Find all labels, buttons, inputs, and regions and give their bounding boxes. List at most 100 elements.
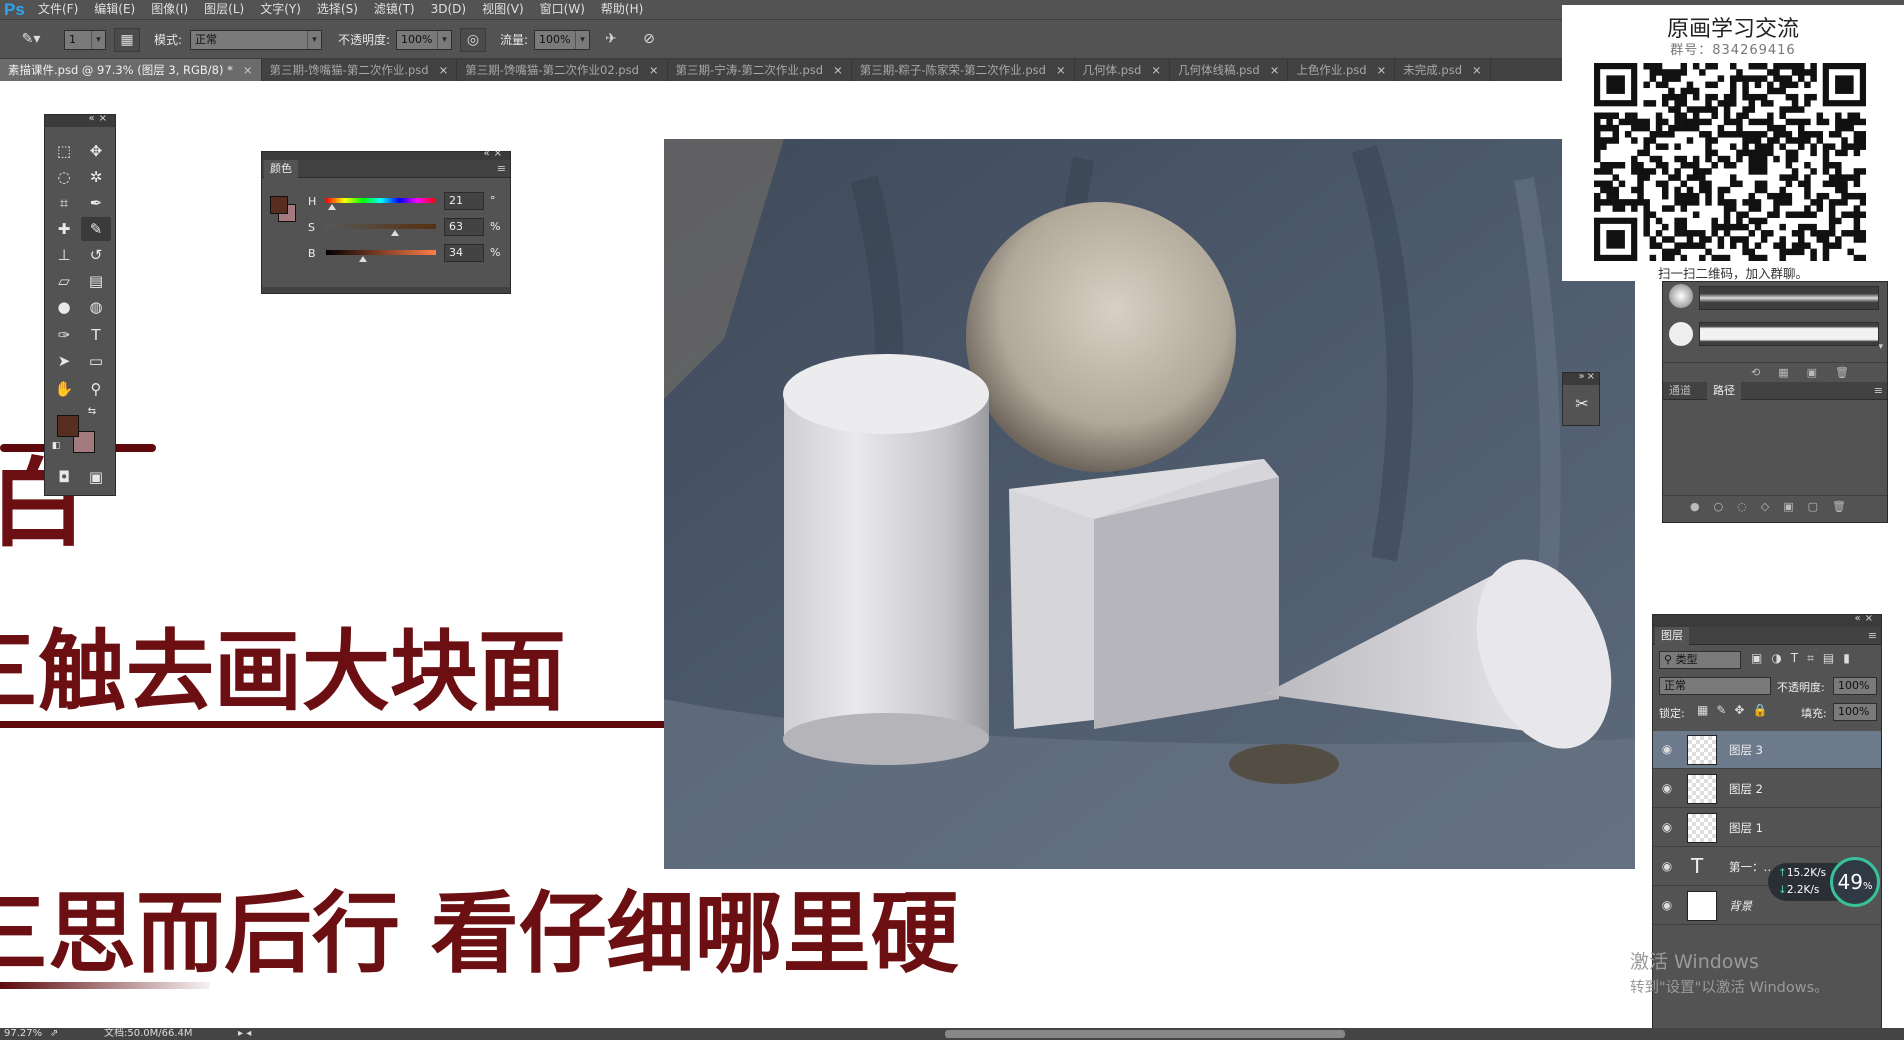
tab-document[interactable]: 几何体线稿.psd × — [1170, 59, 1289, 81]
blur-tool-icon[interactable]: ● — [49, 295, 79, 319]
tab-channels[interactable]: 通道 — [1669, 382, 1691, 400]
network-speed-widget[interactable]: ↑15.2K/s ↓2.2K/s 49% — [1768, 857, 1880, 907]
collapse-close-icon[interactable]: «× — [89, 113, 112, 124]
healing-brush-icon[interactable]: ✚ — [49, 217, 79, 241]
quick-mask-icon[interactable]: ◘ — [49, 465, 79, 489]
tab-document[interactable]: 上色作业.psd × — [1288, 59, 1396, 81]
collapse-close-icon[interactable]: «× — [1855, 613, 1878, 624]
layers-panel-header[interactable]: «× — [1653, 613, 1881, 627]
tab-document[interactable]: 第三期-宁涛-第二次作业.psd × — [668, 59, 852, 81]
s-value-field[interactable]: 63 — [444, 218, 484, 236]
close-icon[interactable]: × — [1472, 59, 1482, 81]
layer-filter-select[interactable]: ⚲ 类型 — [1659, 651, 1741, 669]
panel-menu-icon[interactable]: ≡ — [497, 162, 506, 175]
dodge-tool-icon[interactable]: ◍ — [81, 295, 111, 319]
menu-view[interactable]: 视图(V) — [474, 0, 532, 19]
marquee-tool-icon[interactable]: ⬚ — [49, 139, 79, 163]
opacity-field[interactable]: 100% ▾ — [396, 30, 452, 50]
screen-mode-icon[interactable]: ▣ — [81, 465, 111, 489]
h-value-field[interactable]: 21 — [444, 192, 484, 210]
pen-tool-icon[interactable]: ✑ — [49, 323, 79, 347]
layer-filter-icons[interactable]: ▣◑T⌗▤▮ — [1751, 651, 1859, 666]
collapse-close-icon[interactable]: »× — [1579, 371, 1598, 382]
layer-row-selected[interactable]: ◉ 图层 3 — [1653, 731, 1881, 769]
move-tool-icon[interactable]: ✥ — [81, 139, 111, 163]
chevron-down-icon[interactable]: ▾ — [1878, 342, 1883, 352]
fg-color-chip[interactable] — [270, 196, 288, 214]
eyedropper-icon[interactable]: ✒ — [81, 191, 111, 215]
path-select-icon[interactable]: ➤ — [49, 349, 79, 373]
mini-panel-header[interactable]: »× — [1563, 371, 1599, 385]
menu-image[interactable]: 图像(I) — [143, 0, 196, 19]
menu-type[interactable]: 文字(Y) — [252, 0, 309, 19]
tab-document-active[interactable]: 素描课件.psd @ 97.3% (图层 3, RGB/8) * × — [0, 59, 262, 81]
shape-tool-icon[interactable]: ▭ — [81, 349, 111, 373]
tab-paths[interactable]: 路径 — [1707, 382, 1741, 400]
paths-panel-footer-icons[interactable]: ●○◌◇▣▢🗑 — [1663, 495, 1887, 517]
close-icon[interactable]: × — [1377, 59, 1387, 81]
b-value-field[interactable]: 34 — [444, 244, 484, 262]
eye-icon[interactable]: ◉ — [1659, 741, 1675, 757]
eye-icon[interactable]: ◉ — [1659, 858, 1675, 874]
brush-tool-preset-icon[interactable]: ✎▾ — [18, 28, 44, 52]
eye-icon[interactable]: ◉ — [1659, 780, 1675, 796]
tab-document[interactable]: 第三期-馋嘴猫-第二次作业02.psd × — [457, 59, 668, 81]
tab-document[interactable]: 未完成.psd × — [1395, 59, 1491, 81]
close-icon[interactable]: × — [1056, 59, 1066, 81]
brush-tip-soft[interactable] — [1669, 284, 1693, 308]
saturation-slider-thumb[interactable] — [391, 230, 400, 236]
crop-tool-icon[interactable]: ⌗ — [49, 191, 79, 215]
brush-size-picker[interactable]: 1 ▾ — [64, 30, 106, 50]
panel-menu-icon[interactable]: ≡ — [1868, 629, 1877, 642]
horizontal-scrollbar[interactable] — [945, 1030, 1345, 1038]
tab-document[interactable]: 第三期-粽子-陈家荣-第二次作业.psd × — [852, 59, 1075, 81]
hue-slider-track[interactable] — [326, 198, 436, 203]
tab-layers[interactable]: 图层 — [1655, 627, 1689, 645]
type-tool-icon[interactable]: T — [81, 323, 111, 347]
mode-select[interactable]: 正常 ▾ — [190, 30, 322, 50]
layer-row[interactable]: ◉ 图层 2 — [1653, 770, 1881, 808]
swap-colors-icon[interactable]: ⇆ — [83, 405, 101, 419]
brightness-slider-track[interactable] — [326, 250, 436, 255]
close-icon[interactable]: × — [1151, 59, 1161, 81]
flow-field[interactable]: 100% ▾ — [534, 30, 590, 50]
close-icon[interactable]: × — [243, 59, 253, 81]
menu-filter[interactable]: 滤镜(T) — [366, 0, 423, 19]
brush-panel-footer-icons[interactable]: ⟲▦▣🗑 — [1663, 362, 1887, 382]
menu-select[interactable]: 选择(S) — [309, 0, 366, 19]
pressure-size-icon[interactable]: ⊘ — [636, 28, 662, 52]
collapse-close-icon[interactable]: «× — [484, 148, 507, 159]
magic-wand-icon[interactable]: ✲ — [81, 165, 111, 189]
layer-row[interactable]: ◉ 图层 1 — [1653, 809, 1881, 847]
zoom-tool-icon[interactable]: ⚲ — [81, 377, 111, 401]
export-icon[interactable]: ⇗ — [50, 1028, 58, 1040]
close-icon[interactable]: × — [833, 59, 843, 81]
brush-panel-toggle-icon[interactable]: ▦ — [114, 28, 140, 52]
hand-tool-icon[interactable]: ✋ — [49, 377, 79, 401]
menu-help[interactable]: 帮助(H) — [593, 0, 651, 19]
close-icon[interactable]: × — [649, 59, 659, 81]
airbrush-icon[interactable]: ✈ — [598, 28, 624, 52]
gradient-tool-icon[interactable]: ▤ — [81, 269, 111, 293]
menu-edit[interactable]: 编辑(E) — [86, 0, 143, 19]
lock-icons[interactable]: ▦✎✥🔒 — [1697, 703, 1775, 717]
pressure-opacity-icon[interactable]: ◎ — [460, 28, 486, 52]
tab-document[interactable]: 第三期-馋嘴猫-第二次作业.psd × — [262, 59, 458, 81]
tab-color[interactable]: 颜色 — [264, 160, 298, 178]
tool-preset-icon[interactable]: ✂ — [1569, 391, 1595, 417]
resize-grip[interactable] — [262, 287, 510, 293]
close-icon[interactable]: × — [1270, 59, 1280, 81]
menu-window[interactable]: 窗口(W) — [532, 0, 593, 19]
toolbox-header[interactable]: «× — [45, 113, 115, 127]
eye-icon[interactable]: ◉ — [1659, 897, 1675, 913]
stamp-tool-icon[interactable]: ⊥ — [49, 243, 79, 267]
panel-menu-icon[interactable]: ≡ — [1874, 384, 1883, 397]
saturation-slider-track[interactable] — [326, 224, 436, 229]
brush-tip-hard[interactable] — [1669, 322, 1693, 346]
foreground-color-swatch-top[interactable] — [57, 415, 79, 437]
menu-layer[interactable]: 图层(L) — [196, 0, 252, 19]
lasso-tool-icon[interactable]: ◌ — [49, 165, 79, 189]
menu-file[interactable]: 文件(F) — [30, 0, 86, 19]
layer-opacity-field[interactable]: 100% — [1833, 677, 1877, 695]
close-icon[interactable]: × — [439, 59, 449, 81]
